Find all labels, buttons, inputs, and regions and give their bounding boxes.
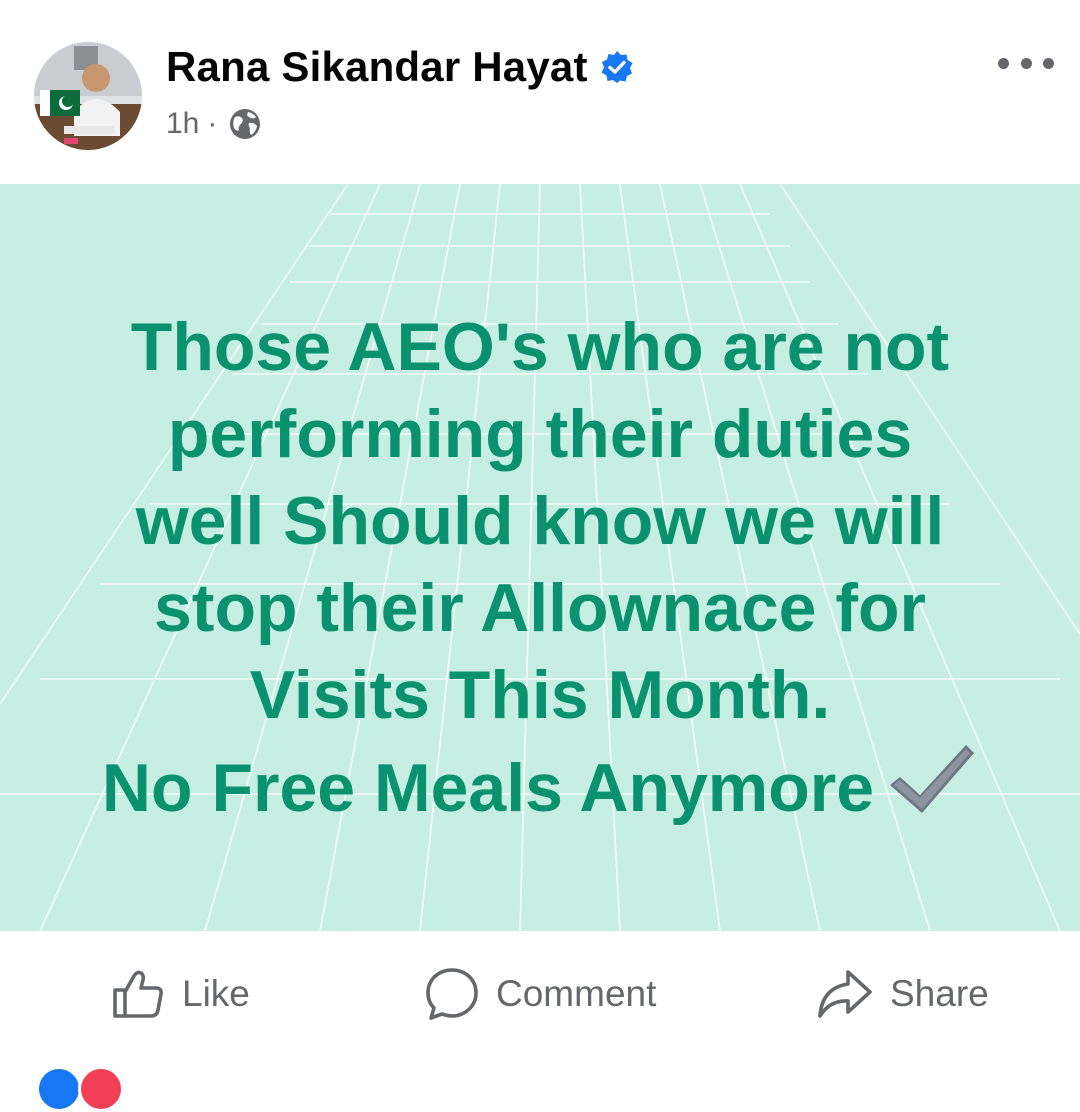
post-action-bar: Like Comment Share (0, 931, 1080, 1056)
like-button[interactable]: Like (110, 931, 250, 1056)
author-avatar[interactable] (34, 42, 142, 150)
check-mark-emoji (890, 745, 975, 813)
post-text-line: No Free Meals Anymore (101, 750, 875, 826)
share-button[interactable]: Share (816, 931, 989, 1056)
post-text-line: Those AEO's who are not (130, 309, 950, 385)
post-text-line: well Should know we will (135, 483, 945, 559)
author-line: Rana Sikandar Hayat (166, 40, 634, 94)
post-header: Rana Sikandar Hayat 1h · (0, 0, 1080, 184)
more-dot (1043, 57, 1054, 69)
share-icon (818, 969, 872, 1018)
more-dot (998, 57, 1009, 69)
post-text-line-last: No Free Meals Anymore (40, 739, 1040, 832)
more-options-icon[interactable] (998, 46, 1054, 80)
verified-badge-icon (601, 51, 633, 83)
like-reaction-icon (36, 1066, 82, 1112)
share-label: Share (890, 972, 989, 1014)
meta-separator: · (207, 107, 218, 140)
post-text-background: Those AEO's who are not performing their… (0, 184, 1080, 931)
post-time[interactable]: 1h (166, 107, 199, 141)
post-text-line: Visits This Month. (249, 657, 831, 733)
post-meta: 1h · (166, 104, 261, 144)
like-icon (113, 970, 163, 1018)
globe-icon[interactable] (229, 108, 261, 140)
post-text-line: stop their Allownace for (153, 570, 926, 646)
reaction-summary[interactable] (36, 1066, 126, 1112)
more-dot (1020, 57, 1032, 69)
author-name[interactable]: Rana Sikandar Hayat (166, 43, 588, 91)
comment-label: Comment (496, 972, 657, 1014)
like-label: Like (182, 972, 250, 1014)
post-message: Those AEO's who are not performing their… (40, 304, 1040, 832)
comment-icon (426, 967, 478, 1020)
post-text-line: performing their duties (167, 396, 913, 472)
love-reaction-icon (78, 1066, 124, 1112)
comment-button[interactable]: Comment (424, 931, 656, 1056)
